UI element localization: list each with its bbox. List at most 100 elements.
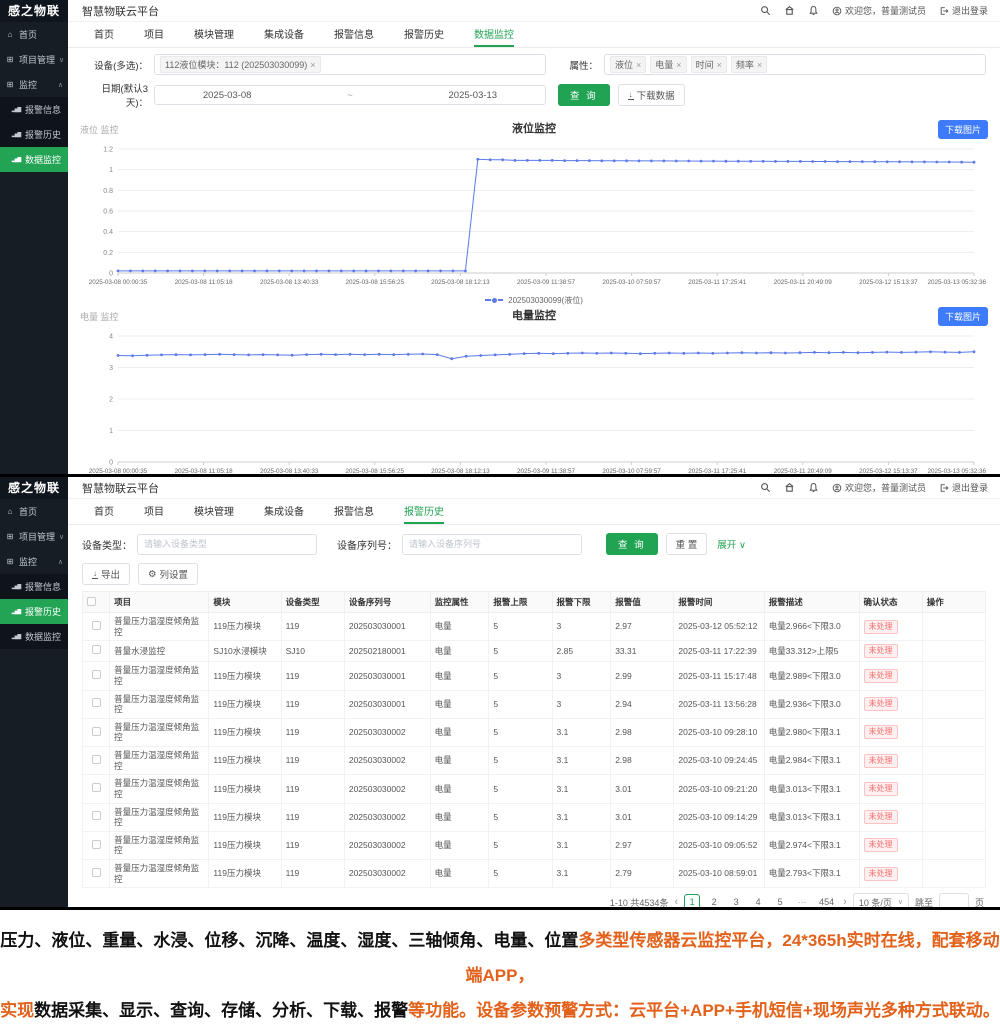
alarm-history-screen: 感之物联 ⌂ 首页 ⊞ 项目管理 ∨ ⊞ 监控 ∧ ▂▅▇ 报警信息 ▂▅▇ 报警历史 ▂▅▇ 数据监控 …	[0, 477, 1000, 910]
query-button[interactable]: 查 询	[558, 84, 610, 106]
tab-首页[interactable]: 首页	[94, 499, 114, 524]
page-5[interactable]: 5	[772, 894, 788, 907]
tag-close-icon[interactable]: ×	[717, 60, 722, 70]
sidebar-item-数据监控[interactable]: ▂▅▇ 数据监控	[0, 624, 68, 649]
tag-close-icon[interactable]: ×	[676, 60, 681, 70]
store-icon[interactable]	[784, 5, 795, 16]
date-range-input[interactable]: 2025-03-08 ~ 2025-03-13	[154, 85, 546, 105]
row-checkbox[interactable]	[91, 698, 101, 708]
tag-close-icon[interactable]: ×	[310, 60, 315, 70]
column-settings-button[interactable]: ⚙ 列设置	[138, 563, 199, 585]
sidebar-item-报警历史[interactable]: ▂▅▇ 报警历史	[0, 122, 68, 147]
download-image-button[interactable]: 下载图片	[937, 120, 988, 139]
tab-模块管理[interactable]: 模块管理	[194, 499, 234, 524]
jump-page-input[interactable]	[938, 893, 969, 907]
tab-项目[interactable]: 项目	[144, 499, 164, 524]
cell: 5	[488, 830, 553, 861]
tab-集成设备[interactable]: 集成设备	[264, 22, 304, 47]
status-badge: 未处理	[863, 810, 898, 825]
svg-text:0: 0	[109, 460, 113, 467]
actions-cell	[921, 640, 987, 663]
status-badge: 未处理	[863, 668, 898, 683]
tab-集成设备[interactable]: 集成设备	[264, 499, 304, 524]
chart-icon: ▂▅▇	[11, 131, 22, 138]
tag-close-icon[interactable]: ×	[757, 60, 762, 70]
cell: 2025-03-12 05:52:12	[673, 611, 765, 642]
page-1[interactable]: 1	[684, 894, 701, 907]
sidebar-item-报警信息[interactable]: ▂▅▇ 报警信息	[0, 574, 68, 599]
device-type-input[interactable]	[137, 533, 317, 555]
store-icon[interactable]	[784, 482, 795, 493]
tab-项目[interactable]: 项目	[144, 22, 164, 47]
tab-首页[interactable]: 首页	[94, 22, 114, 47]
tag-close-icon[interactable]: ×	[636, 60, 641, 70]
svg-text:0.8: 0.8	[103, 188, 113, 195]
sidebar-item-项目管理[interactable]: ⊞ 项目管理 ∨	[0, 524, 68, 549]
row-checkbox[interactable]	[91, 839, 101, 849]
download-data-button[interactable]: ↓ 下载数据	[617, 84, 685, 106]
tab-数据监控[interactable]: 数据监控	[474, 22, 514, 47]
page-4[interactable]: 4	[750, 894, 766, 907]
bell-icon[interactable]	[808, 5, 819, 16]
column-header-报警描述: 报警描述	[763, 591, 860, 613]
sidebar-item-项目管理[interactable]: ⊞ 项目管理 ∨	[0, 47, 68, 72]
logout-icon	[939, 483, 949, 493]
query-button[interactable]: 查 询	[606, 533, 658, 555]
sidebar-item-数据监控[interactable]: ▂▅▇ 数据监控	[0, 147, 68, 172]
row-checkbox[interactable]	[91, 670, 101, 680]
next-page-icon[interactable]: ›	[843, 895, 847, 907]
page-454[interactable]: 454	[816, 894, 837, 907]
column-header-项目: 项目	[109, 591, 210, 613]
welcome-text: 欢迎您，普量测试员	[844, 483, 926, 493]
prev-page-icon[interactable]: ‹	[674, 895, 678, 907]
page-size-select[interactable]: 10 条/页 ∨	[852, 893, 909, 907]
sidebar-item-首页[interactable]: ⌂ 首页	[0, 22, 68, 47]
tab-报警历史[interactable]: 报警历史	[404, 22, 444, 47]
svg-text:2025-03-08 18:12:13: 2025-03-08 18:12:13	[431, 279, 490, 286]
select-all-checkbox[interactable]	[87, 596, 96, 606]
expand-link[interactable]: 展开 ∨	[717, 537, 746, 551]
filter-panel: 设备类型： 设备序列号： 查 询 重 置 展开 ∨	[68, 525, 1000, 559]
search-icon[interactable]	[760, 5, 771, 16]
attribute-multiselect[interactable]: 液位 × 电量 × 时间 × 频率 ×	[604, 54, 986, 75]
filter-tag-label: 液位	[615, 60, 634, 70]
welcome-user[interactable]: 欢迎您，普量测试员	[832, 481, 926, 494]
serial-input[interactable]	[402, 533, 582, 555]
status-badge: 未处理	[863, 866, 898, 881]
reset-button[interactable]: 重 置	[665, 533, 708, 555]
device-multiselect[interactable]: 112液位模块：112 (202503030099) ×	[154, 54, 546, 75]
welcome-user[interactable]: 欢迎您，普量测试员	[832, 4, 926, 17]
page-2[interactable]: 2	[706, 894, 722, 907]
tab-报警信息[interactable]: 报警信息	[334, 499, 374, 524]
tab-模块管理[interactable]: 模块管理	[194, 22, 234, 47]
row-checkbox[interactable]	[91, 783, 101, 793]
row-checkbox[interactable]	[91, 754, 101, 764]
logout-button[interactable]: 退出登录	[939, 481, 988, 494]
row-checkbox[interactable]	[91, 811, 101, 821]
cell: 5	[488, 745, 553, 776]
download-image-button[interactable]: 下载图片	[937, 307, 988, 326]
row-checkbox[interactable]	[91, 620, 101, 630]
topbar-actions: 欢迎您，普量测试员 退出登录	[760, 4, 988, 17]
topbar: 智慧物联云平台 欢迎您，普量测试员 退出登录	[68, 477, 1000, 499]
cell: 2025-03-10 08:59:01	[673, 858, 765, 889]
tab-报警历史[interactable]: 报警历史	[404, 499, 444, 524]
tab-报警信息[interactable]: 报警信息	[334, 22, 374, 47]
sidebar-item-监控[interactable]: ⊞ 监控 ∧	[0, 72, 68, 97]
bell-icon[interactable]	[808, 482, 819, 493]
column-header-操作: 操作	[921, 591, 987, 613]
logout-button[interactable]: 退出登录	[939, 4, 988, 17]
search-icon[interactable]	[760, 482, 771, 493]
sidebar-item-监控[interactable]: ⊞ 监控 ∧	[0, 549, 68, 574]
sidebar-item-报警历史[interactable]: ▂▅▇ 报警历史	[0, 599, 68, 624]
sidebar-item-label: 报警信息	[25, 105, 62, 115]
sidebar-item-首页[interactable]: ⌂ 首页	[0, 499, 68, 524]
row-checkbox[interactable]	[91, 726, 101, 736]
chart-legend[interactable]: 202503030099(液位)	[78, 294, 990, 306]
page-3[interactable]: 3	[728, 894, 744, 907]
sidebar-item-报警信息[interactable]: ▂▅▇ 报警信息	[0, 97, 68, 122]
column-header-确认状态: 确认状态	[858, 591, 923, 613]
row-checkbox[interactable]	[91, 867, 101, 877]
row-checkbox[interactable]	[91, 645, 101, 655]
export-button[interactable]: ↓ 导出	[82, 563, 131, 585]
